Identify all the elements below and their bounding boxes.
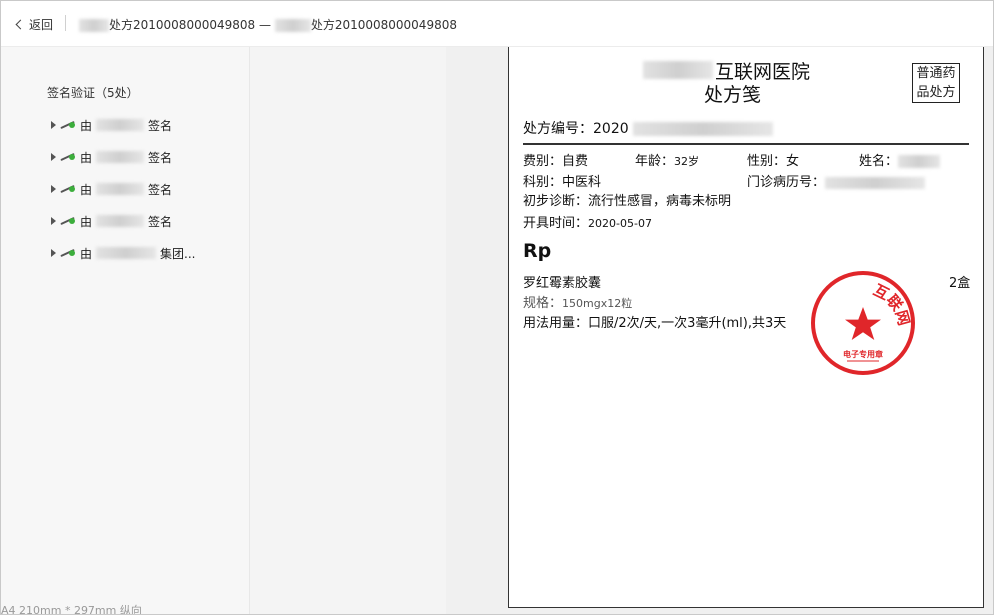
redacted-text	[79, 19, 109, 32]
prescription-category-box: 普通药 品处方	[912, 63, 960, 103]
signature-item-4[interactable]: 由 签名	[51, 213, 172, 229]
seal-bottom-text: 电子专用章	[843, 349, 883, 359]
signature-valid-icon	[59, 248, 77, 258]
chevron-left-icon	[15, 19, 26, 30]
diagnosis: 初步诊断：流行性感冒，病毒未标明	[523, 194, 732, 209]
signature-item-1[interactable]: 由 签名	[51, 117, 172, 133]
prescription-page: 互联网医院 处方笺 普通药 品处方 处方编号：2020 费别：自费 年龄：32岁…	[508, 47, 984, 608]
signature-valid-icon	[59, 120, 77, 130]
redacted-text	[898, 155, 941, 168]
thumbnail-panel	[250, 47, 446, 614]
redacted-text	[825, 176, 926, 189]
signature-valid-icon	[59, 184, 77, 194]
drug-spec: 规格：150mgx12粒	[523, 296, 633, 311]
redacted-text	[96, 247, 157, 259]
department: 科别：中医科	[523, 175, 602, 190]
issue-time: 开具时间：2020-05-07	[523, 216, 652, 231]
redacted-text	[96, 151, 145, 163]
hospital-seal: 互联网医院 电子专用章	[809, 269, 915, 375]
redacted-text	[643, 61, 713, 79]
expand-arrow-icon[interactable]	[51, 217, 56, 225]
rp-heading: Rp	[523, 240, 552, 262]
prescription-number: 处方编号：2020	[523, 118, 774, 138]
signature-valid-icon	[59, 152, 77, 162]
document-title: 处方2010008000049808 — 处方2010008000049808	[79, 16, 457, 33]
document-heading: 处方笺	[704, 84, 762, 106]
patient-age: 年龄：32岁	[635, 154, 700, 169]
signature-item-3[interactable]: 由 签名	[51, 181, 172, 197]
redacted-text	[96, 119, 145, 131]
drug-usage: 用法用量：口服/2次/天,一次3毫升(ml),共3天	[523, 316, 787, 331]
back-label: 返回	[29, 18, 54, 32]
star-icon	[845, 307, 881, 340]
signature-item-5[interactable]: 由 集团...	[51, 245, 195, 261]
top-bar: 返回 处方2010008000049808 — 处方20100080000498…	[1, 1, 993, 47]
patient-name: 姓名：	[859, 150, 941, 169]
drug-quantity: 2盒	[949, 276, 971, 291]
redacted-text	[274, 19, 311, 32]
redacted-text	[96, 183, 145, 195]
expand-arrow-icon[interactable]	[51, 121, 56, 129]
signature-header: 签名验证（5处）	[47, 86, 139, 100]
app-window: 返回 处方2010008000049808 — 处方20100080000498…	[0, 0, 994, 615]
expand-arrow-icon[interactable]	[51, 249, 56, 257]
redacted-text	[96, 215, 145, 227]
divider	[65, 15, 66, 31]
expand-arrow-icon[interactable]	[51, 153, 56, 161]
back-button[interactable]: 返回	[15, 16, 54, 33]
expand-arrow-icon[interactable]	[51, 185, 56, 193]
redacted-text	[633, 122, 774, 136]
fee-type: 费别：自费	[523, 154, 589, 169]
signature-valid-icon	[59, 216, 77, 226]
page-size-status: A4 210mm * 297mm 纵向	[1, 604, 142, 615]
signature-item-2[interactable]: 由 签名	[51, 149, 172, 165]
drug-name: 罗红霉素胶囊	[523, 276, 602, 291]
patient-sex: 性别：女	[747, 154, 800, 169]
clinic-record-number: 门诊病历号：	[747, 171, 926, 190]
document-viewer[interactable]: 互联网医院 处方笺 普通药 品处方 处方编号：2020 费别：自费 年龄：32岁…	[446, 47, 993, 614]
signature-panel: 签名验证（5处） 由 签名 由 签名 由 签名 由 签名 由 集团...	[1, 47, 250, 614]
divider	[523, 143, 969, 145]
